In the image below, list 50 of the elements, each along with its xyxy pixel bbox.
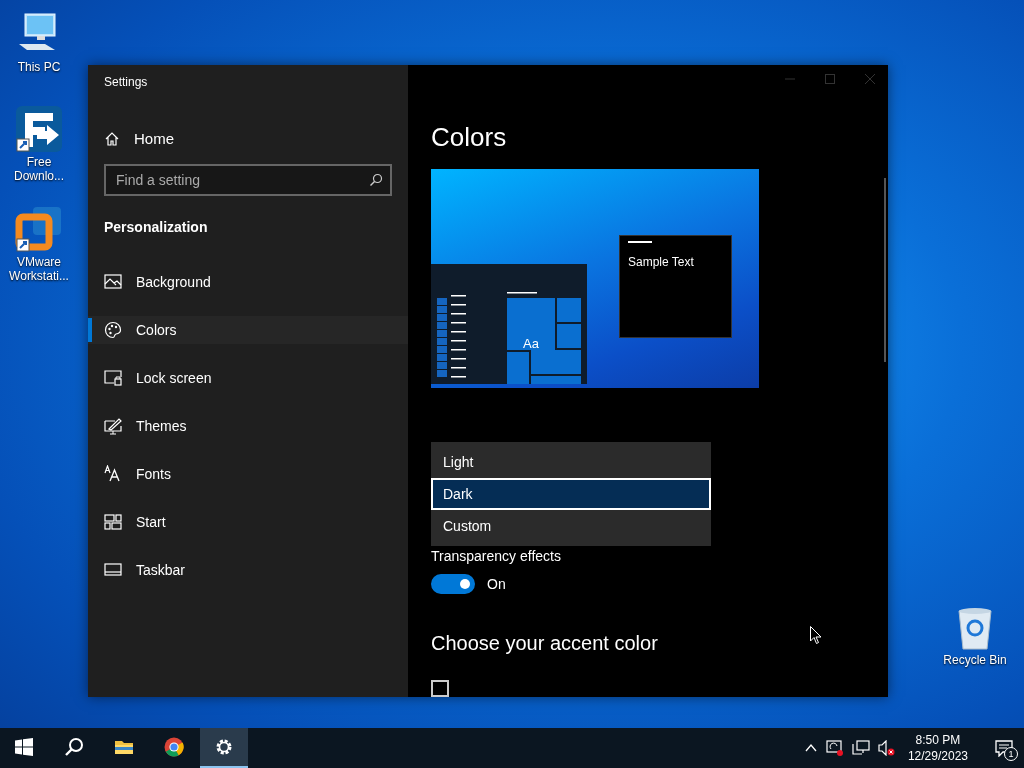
download-app-icon[interactable] <box>15 105 63 153</box>
icon-label: This PC <box>17 60 61 74</box>
dropdown-option[interactable]: Custom <box>431 509 711 542</box>
sidebar-item[interactable]: Taskbar <box>88 556 408 584</box>
home-link[interactable]: Home <box>104 128 174 149</box>
tile-label: Aa <box>523 336 539 351</box>
cursor-icon <box>810 626 822 645</box>
sidebar-item[interactable]: Themes <box>88 412 408 440</box>
picture-icon <box>104 273 122 291</box>
page-heading: Colors <box>431 121 507 153</box>
palette-icon <box>104 321 122 339</box>
icon-label: Free Downlo... <box>14 155 64 183</box>
sidebar-item[interactable]: Colors <box>88 316 408 344</box>
dropdown-option[interactable]: Dark <box>431 477 711 510</box>
dropdown-option[interactable]: Light <box>431 445 711 478</box>
scrollbar-thumb[interactable] <box>884 178 886 362</box>
sidebar-item[interactable]: Lock screen <box>88 364 408 392</box>
chrome-icon <box>164 737 184 757</box>
search-icon <box>64 737 84 757</box>
checkbox[interactable] <box>431 679 449 697</box>
gear-taskbar-button[interactable] <box>200 728 248 768</box>
gear-icon <box>214 737 234 757</box>
windows-logo-icon <box>14 737 34 757</box>
section-heading: Personalization <box>104 219 208 235</box>
icon-label: VMware Workstati... <box>9 255 69 283</box>
tiles-icon <box>104 513 122 531</box>
search-field[interactable]: Find a setting <box>104 164 392 196</box>
fonts-icon <box>104 465 122 483</box>
lock-screen-icon <box>104 369 122 387</box>
notification-icon[interactable] <box>995 739 1013 757</box>
speaker-muted-icon[interactable] <box>877 740 896 756</box>
home-icon <box>104 130 120 147</box>
sample-text: Sample Text <box>628 255 694 269</box>
icon-label: Recycle Bin <box>943 653 1007 667</box>
taskbar-icon <box>104 561 122 579</box>
sidebar-item[interactable]: Start <box>88 508 408 536</box>
brush-icon <box>104 417 122 435</box>
setting-label: Transparency effects <box>431 547 561 564</box>
toggle-state: On <box>487 575 506 592</box>
toggle-switch[interactable] <box>431 573 475 594</box>
search-icon <box>369 173 383 187</box>
notification-count: 1 <box>1004 747 1018 761</box>
vmware-app-icon[interactable] <box>15 205 63 253</box>
clock[interactable]: 8:50 PM 12/29/2023 <box>907 732 968 764</box>
sidebar-item[interactable]: Background <box>88 268 408 296</box>
security-icon[interactable] <box>825 740 844 756</box>
network-icon[interactable] <box>851 740 870 756</box>
section-heading: Choose your accent color <box>431 631 658 655</box>
sidebar-item[interactable]: Fonts <box>88 460 408 488</box>
window-title: Settings <box>104 75 148 91</box>
